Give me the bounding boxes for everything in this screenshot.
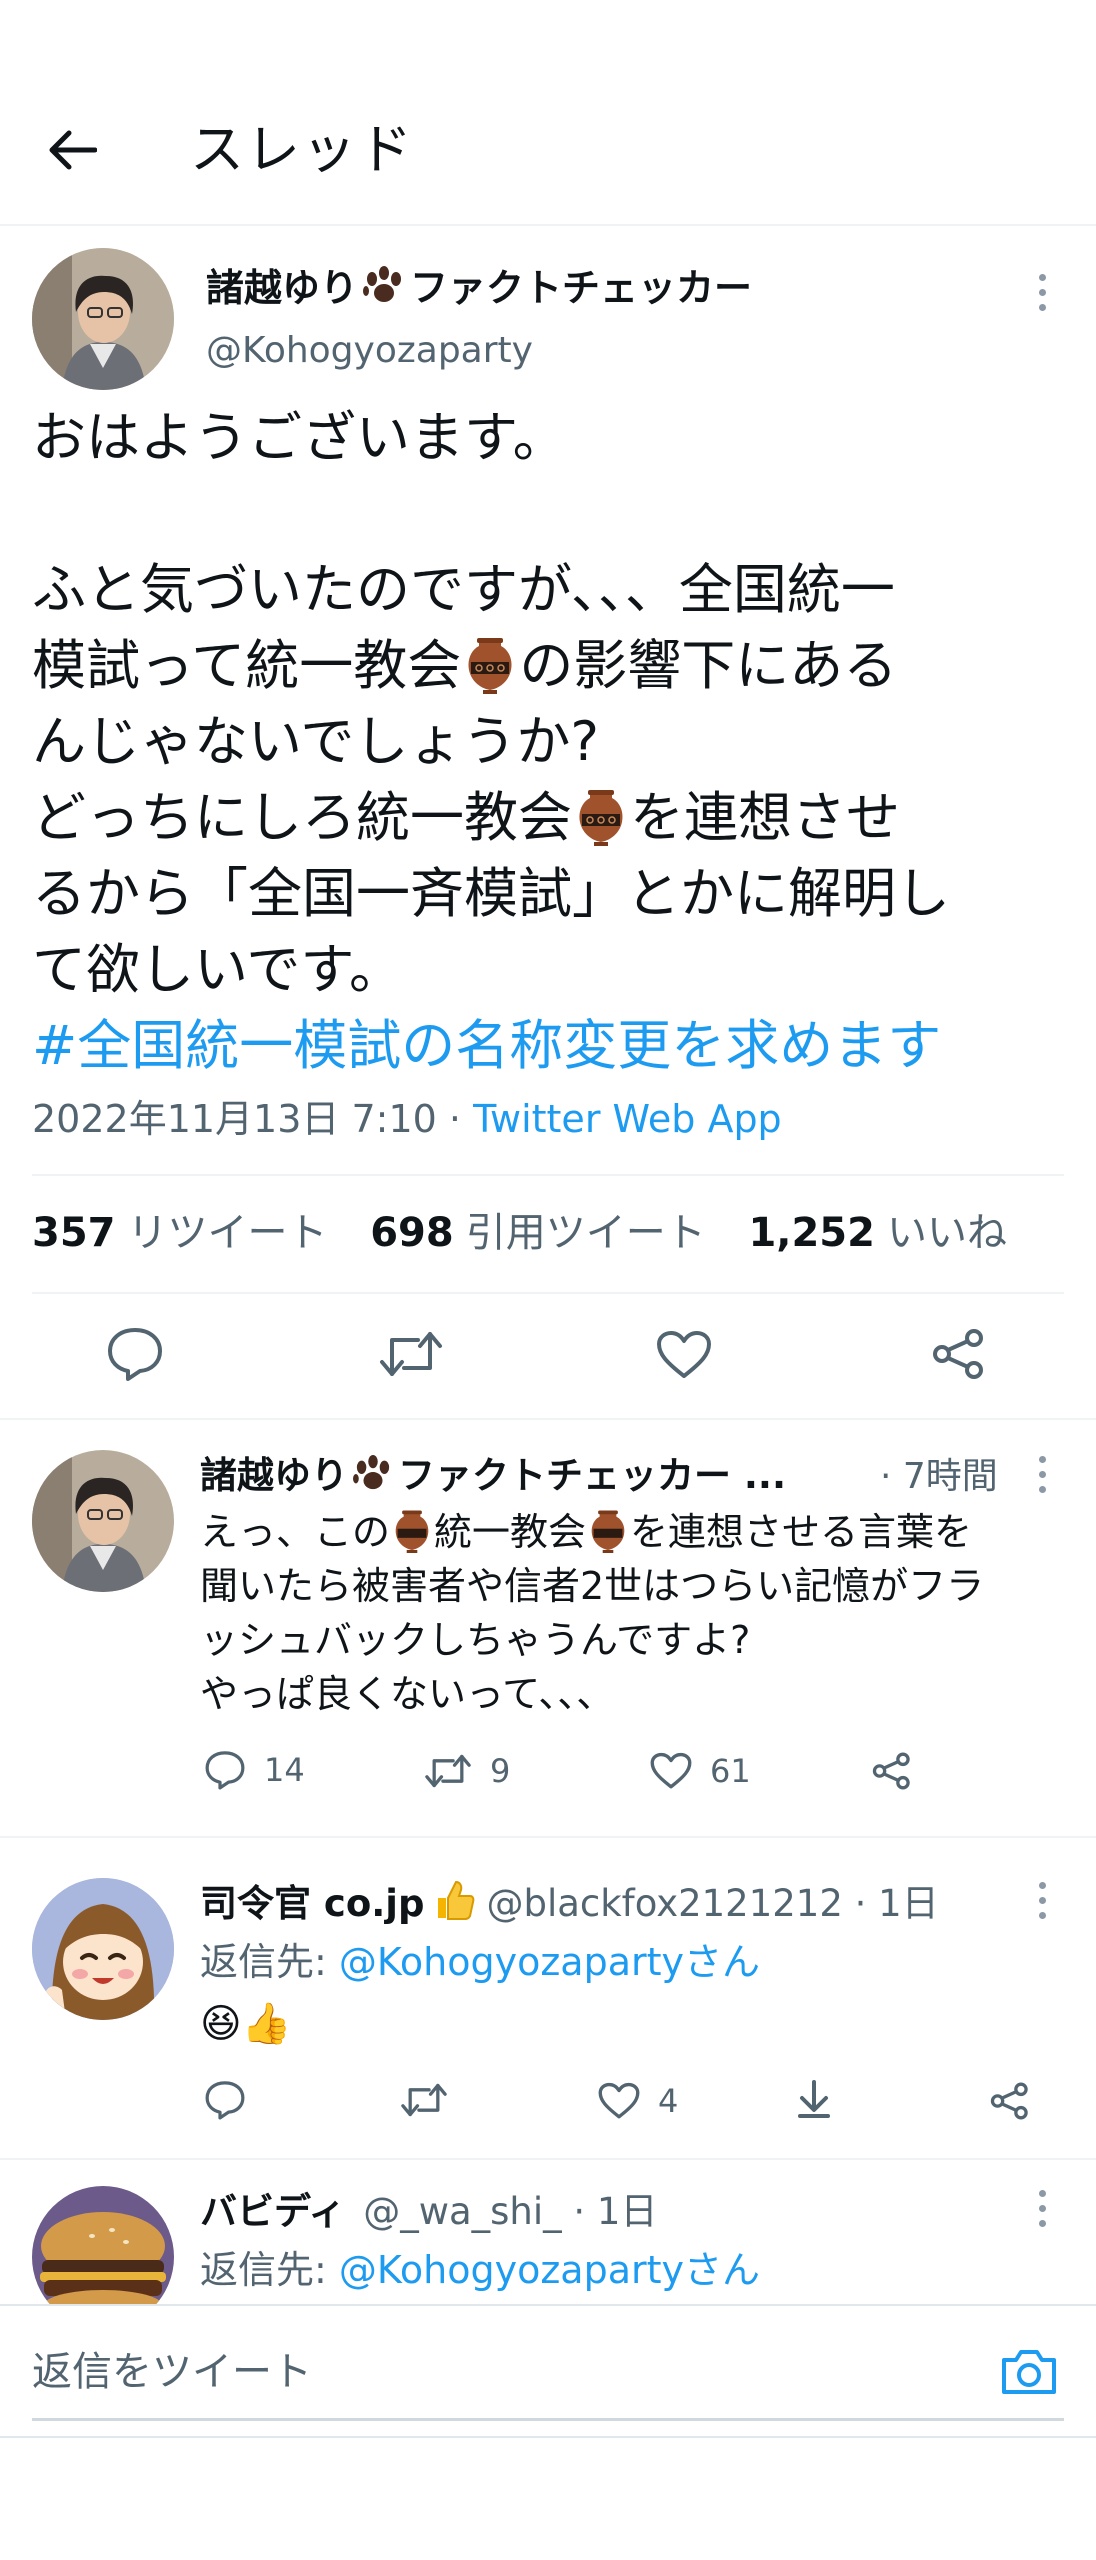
reply-icon[interactable] — [106, 1326, 164, 1386]
camera-icon[interactable] — [1000, 2344, 1058, 2402]
more-options-icon[interactable] — [1022, 1444, 1062, 1504]
tweet-line: ふと気づいたのですが、、、全国統一 — [32, 558, 895, 621]
divider — [32, 1292, 1064, 1294]
reply-to-line: 返信先: @Kohogyozapartyさん — [200, 2248, 761, 2292]
reply-author-name: 司令官 co.jp — [200, 1882, 425, 1925]
reply-icon[interactable] — [204, 2080, 246, 2124]
paw-icon — [352, 1454, 394, 1492]
cartoon-face-icon — [32, 1878, 174, 2020]
like-action[interactable]: 61 — [650, 1752, 751, 1790]
reply-input[interactable]: 返信をツイート — [32, 2344, 312, 2400]
like-count: 4 — [658, 2082, 679, 2120]
amphora-icon — [589, 1509, 627, 1553]
reply-clip: バビディ @_wa_shi_ · 1日 返信先: @Kohogyozaparty… — [0, 2160, 1096, 2304]
author-handle[interactable]: @Kohogyozaparty — [206, 328, 533, 374]
retweet-icon[interactable] — [378, 1330, 444, 1382]
like-icon — [598, 2082, 640, 2119]
divider — [0, 1836, 1096, 1838]
more-options-icon[interactable] — [1022, 1870, 1062, 1930]
reply-author-line[interactable]: 司令官 co.jp @blackfox2121212 · 1日 — [200, 1878, 939, 1930]
reply-text: えっ、この 統一教会 を連想させる言葉を 聞いたら被害者や信者2世はつらい記憶がフラ… — [200, 1505, 984, 1721]
retweet-icon[interactable] — [400, 2082, 448, 2122]
amphora-icon — [576, 788, 626, 846]
tweet-timestamp: 2022年11月13日 7:10 · — [32, 1097, 474, 1141]
reply-to-link[interactable]: @Kohogyozapartyさん — [339, 1940, 760, 1984]
paw-icon — [362, 265, 406, 305]
page-title: スレッド — [190, 118, 414, 181]
reply-author-line[interactable]: バビディ @_wa_shi_ · 1日 — [200, 2186, 657, 2238]
share-icon[interactable] — [872, 1752, 912, 1794]
author-name-line[interactable]: 諸越ゆり ファクトチェッカー — [206, 262, 752, 314]
more-options-icon[interactable] — [1022, 2178, 1062, 2238]
stats-row: 357 リツイート 698 引用ツイート 1,252 いいね — [32, 1205, 1007, 1261]
tweet-line: るから「全国一斉模試」とかに解明し — [32, 862, 950, 925]
author-avatar[interactable] — [32, 248, 174, 390]
person-photo-icon — [32, 248, 174, 390]
reply-handle: @_wa_shi_ · 1日 — [363, 2190, 658, 2233]
reply-author-name: 諸越ゆり — [200, 1454, 348, 1497]
reply-to-link[interactable]: @Kohogyozapartyさん — [339, 2248, 760, 2292]
reply-author-line[interactable]: 諸越ゆり ファクトチェッカー ... — [200, 1450, 786, 1502]
tweet-line: 模試って統一教会 の影響下にある — [32, 634, 898, 697]
burger-photo-icon — [32, 2186, 174, 2304]
tweet-line: んじゃないでしょうか? — [32, 710, 600, 773]
reply-author-name: バビディ — [200, 2190, 346, 2233]
like-action[interactable]: 4 — [598, 2082, 678, 2120]
quotes-stat[interactable]: 698 引用ツイート — [370, 1210, 706, 1256]
likes-stat[interactable]: 1,252 いいね — [748, 1210, 1007, 1256]
arrow-left-icon — [49, 130, 97, 170]
reply-avatar[interactable] — [32, 1450, 174, 1592]
reply-icon — [205, 1751, 245, 1790]
divider — [32, 1174, 1064, 1176]
reply-action[interactable]: 14 — [204, 1750, 305, 1790]
back-button[interactable] — [40, 118, 104, 182]
reply-to-line: 返信先: @Kohogyozapartyさん — [200, 1940, 761, 1984]
divider — [0, 1418, 1096, 1420]
composer-underline — [32, 2418, 1064, 2421]
amphora-icon — [393, 1509, 431, 1553]
client-link[interactable]: Twitter Web App — [473, 1097, 782, 1141]
retweet-count: 9 — [490, 1752, 511, 1790]
reply-line: ッシュバックしちゃうんですよ? — [200, 1618, 751, 1662]
tweet-line: おはようございます。 — [32, 406, 567, 469]
like-icon[interactable] — [656, 1330, 712, 1384]
reply-handle: @blackfox2121212 · 1日 — [486, 1882, 939, 1925]
tweet-meta: 2022年11月13日 7:10 · Twitter Web App — [32, 1094, 782, 1144]
reply-line: えっ、この 統一教会 を連想させる言葉を — [200, 1509, 973, 1554]
tweet-line: どっちにしろ統一教会 を連想させ — [32, 786, 900, 849]
share-icon[interactable] — [932, 1328, 986, 1384]
reply-avatar[interactable] — [32, 2186, 174, 2304]
top-bar: スレッド — [0, 0, 1096, 226]
download-icon[interactable] — [796, 2078, 832, 2124]
like-count: 61 — [710, 1752, 751, 1790]
reply-count: 14 — [264, 1751, 305, 1789]
share-icon[interactable] — [990, 2082, 1030, 2124]
amphora-icon — [465, 636, 515, 694]
divider — [0, 2436, 1096, 2438]
person-photo-icon — [32, 1450, 174, 1592]
reply-line: 聞いたら被害者や信者2世はつらい記憶がフラ — [200, 1564, 985, 1608]
retweets-stat[interactable]: 357 リツイート — [32, 1210, 328, 1256]
author-name: 諸越ゆり — [206, 266, 359, 310]
reply-avatar[interactable] — [32, 1878, 174, 2020]
reply-time: · 7時間 — [880, 1456, 998, 1497]
hashtag-link[interactable]: #全国統一模試の名称変更を求めます — [32, 1008, 1072, 1084]
reply-author-suffix: ファクトチェッカー ... — [398, 1454, 787, 1497]
tweet-line: て欲しいです。 — [32, 938, 403, 1001]
reply-emoji-body: 😆👍 — [200, 2001, 292, 2047]
tweet-text: おはようございます。 ふと気づいたのですが、、、全国統一 模試って統一教会 の影響… — [32, 400, 1072, 1084]
retweet-icon — [425, 1754, 471, 1788]
thumbs-up-icon — [432, 1878, 476, 1922]
reply-line: やっぱ良くないって、、、 — [200, 1672, 615, 1716]
like-icon — [650, 1752, 692, 1789]
reply-composer: 返信をツイート — [0, 2306, 1096, 2440]
author-suffix: ファクトチェッカー — [410, 266, 753, 310]
more-options-icon[interactable] — [1022, 262, 1062, 322]
retweet-action[interactable]: 9 — [424, 1752, 510, 1790]
